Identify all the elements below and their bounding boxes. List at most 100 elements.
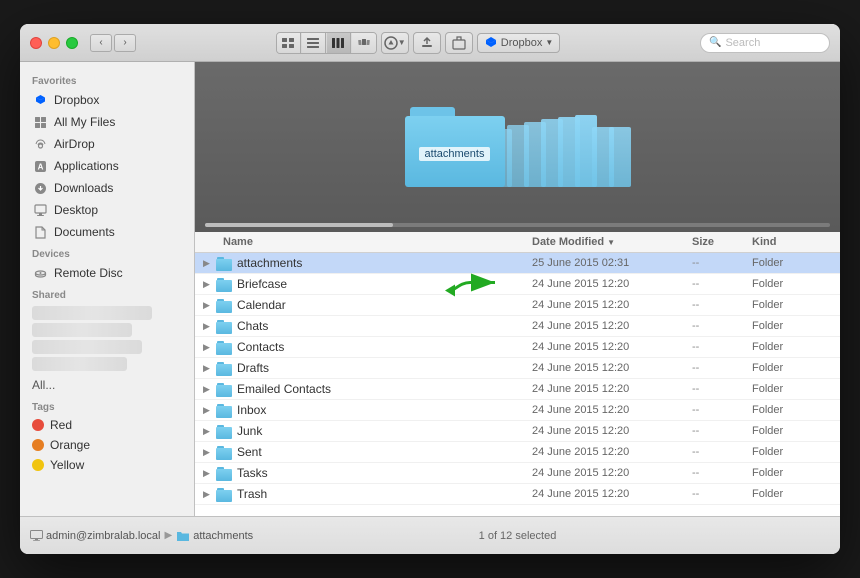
action-button[interactable]: ▼ — [381, 32, 409, 54]
back-button[interactable]: ‹ — [90, 34, 112, 52]
search-bar[interactable]: 🔍 Search — [700, 33, 830, 53]
col-name-header[interactable]: Name — [203, 236, 532, 248]
remote-disc-icon — [32, 265, 48, 281]
coverflow-view-button[interactable] — [352, 33, 376, 53]
sidebar-item-all-files[interactable]: All My Files — [20, 111, 194, 133]
expand-arrow[interactable]: ▶ — [203, 468, 213, 479]
table-row[interactable]: ▶ Sent 24 June 2015 12:20 -- Folder — [195, 442, 840, 463]
expand-arrow[interactable]: ▶ — [203, 342, 213, 353]
devices-label: Devices — [20, 243, 194, 262]
scrollbar-track — [205, 223, 830, 227]
file-name: Calendar — [237, 298, 532, 312]
breadcrumb-item-attachments[interactable]: attachments — [176, 530, 253, 542]
table-row[interactable]: ▶ Briefcase 24 June 2015 12:20 -- Folder — [195, 274, 840, 295]
finder-window: ‹ › ▼ — [20, 24, 840, 554]
column-view-button[interactable] — [327, 33, 351, 53]
table-row[interactable]: ▶ Trash 24 June 2015 12:20 -- Folder — [195, 484, 840, 505]
orange-tag-dot — [32, 439, 44, 451]
expand-arrow[interactable]: ▶ — [203, 258, 213, 269]
sidebar-item-airdrop[interactable]: AirDrop — [20, 133, 194, 155]
sidebar-item-dropbox-label: Dropbox — [54, 93, 99, 107]
expand-arrow[interactable]: ▶ — [203, 279, 213, 290]
close-button[interactable] — [30, 37, 42, 49]
dropbox-chevron: ▼ — [545, 38, 553, 47]
table-row[interactable]: ▶ Drafts 24 June 2015 12:20 -- Folder — [195, 358, 840, 379]
table-row[interactable]: ▶ Tasks 24 June 2015 12:20 -- Folder — [195, 463, 840, 484]
folder-icon — [216, 362, 232, 375]
sidebar-item-downloads[interactable]: Downloads — [20, 177, 194, 199]
sidebar-item-documents-label: Documents — [54, 225, 115, 239]
share-button[interactable] — [445, 32, 473, 54]
preview-area: attachments — [195, 62, 840, 232]
sidebar-item-orange[interactable]: Orange — [20, 435, 194, 455]
file-kind: Folder — [752, 257, 832, 269]
sidebar-item-documents[interactable]: Documents — [20, 221, 194, 243]
file-date: 24 June 2015 12:20 — [532, 404, 692, 416]
folder-icon — [216, 467, 232, 480]
expand-arrow[interactable]: ▶ — [203, 447, 213, 458]
folder-breadcrumb-icon — [176, 530, 190, 542]
table-row[interactable]: ▶ attachments 25 June 2015 02:31 -- Fold… — [195, 253, 840, 274]
breadcrumb-sep-1: ▶ — [165, 530, 173, 541]
expand-arrow[interactable]: ▶ — [203, 321, 213, 332]
file-kind: Folder — [752, 299, 832, 311]
table-row[interactable]: ▶ Emailed Contacts 24 June 2015 12:20 --… — [195, 379, 840, 400]
expand-arrow[interactable]: ▶ — [203, 363, 213, 374]
breadcrumb-root-label: admin@zimbralab.local — [46, 530, 161, 542]
tags-label: Tags — [20, 396, 194, 415]
maximize-button[interactable] — [66, 37, 78, 49]
file-size: -- — [692, 278, 752, 290]
file-date: 24 June 2015 12:20 — [532, 362, 692, 374]
sidebar-item-dropbox[interactable]: Dropbox — [20, 89, 194, 111]
sidebar-item-desktop[interactable]: Desktop — [20, 199, 194, 221]
file-list-header: Name Date Modified ▼ Size Kind — [195, 232, 840, 253]
file-name: Trash — [237, 487, 532, 501]
expand-arrow[interactable]: ▶ — [203, 300, 213, 311]
breadcrumb: admin@zimbralab.local ▶ attachments — [30, 530, 355, 542]
col-modified-header[interactable]: Date Modified ▼ — [532, 236, 692, 248]
col-kind-header[interactable]: Kind — [752, 236, 832, 248]
dropbox-button[interactable]: Dropbox ▼ — [477, 33, 561, 53]
forward-button[interactable]: › — [114, 34, 136, 52]
file-name: Tasks — [237, 466, 532, 480]
icon-view-button[interactable] — [277, 33, 301, 53]
table-row[interactable]: ▶ Junk 24 June 2015 12:20 -- Folder — [195, 421, 840, 442]
minimize-button[interactable] — [48, 37, 60, 49]
file-date: 24 June 2015 12:20 — [532, 383, 692, 395]
svg-text:A: A — [37, 162, 43, 171]
table-row[interactable]: ▶ Contacts 24 June 2015 12:20 -- Folder — [195, 337, 840, 358]
sidebar-item-desktop-label: Desktop — [54, 203, 98, 217]
file-name: Junk — [237, 424, 532, 438]
breadcrumb-item-root[interactable]: admin@zimbralab.local — [30, 530, 161, 542]
table-row[interactable]: ▶ Calendar 24 June 2015 12:20 -- Folder — [195, 295, 840, 316]
expand-arrow[interactable]: ▶ — [203, 426, 213, 437]
desktop-icon — [32, 202, 48, 218]
toolbar-center: ▼ Dropbox ▼ — [136, 32, 700, 54]
table-row[interactable]: ▶ Inbox 24 June 2015 12:20 -- Folder — [195, 400, 840, 421]
table-row[interactable]: ▶ Chats 24 June 2015 12:20 -- Folder — [195, 316, 840, 337]
all-files-icon — [32, 114, 48, 130]
sidebar-item-remote-disc[interactable]: Remote Disc — [20, 262, 194, 284]
content-area: attachments — [195, 62, 840, 516]
expand-arrow[interactable]: ▶ — [203, 489, 213, 500]
expand-arrow[interactable]: ▶ — [203, 405, 213, 416]
list-view-button[interactable] — [302, 33, 326, 53]
upload-button[interactable] — [413, 32, 441, 54]
airdrop-icon — [32, 136, 48, 152]
traffic-lights — [30, 37, 78, 49]
sidebar-item-red[interactable]: Red — [20, 415, 194, 435]
file-size: -- — [692, 467, 752, 479]
file-size: -- — [692, 341, 752, 353]
col-size-header[interactable]: Size — [692, 236, 752, 248]
favorites-label: Favorites — [20, 70, 194, 89]
file-list-area[interactable]: Name Date Modified ▼ Size Kind ▶ attachm… — [195, 232, 840, 516]
file-name: attachments — [237, 256, 532, 270]
folder-icon — [216, 425, 232, 438]
sidebar-all-button[interactable]: All... — [20, 374, 194, 396]
sidebar-item-applications[interactable]: A Applications — [20, 155, 194, 177]
file-name: Sent — [237, 445, 532, 459]
expand-arrow[interactable]: ▶ — [203, 384, 213, 395]
folder-icon — [216, 446, 232, 459]
sidebar-item-yellow[interactable]: Yellow — [20, 455, 194, 475]
folder-icon — [216, 488, 232, 501]
